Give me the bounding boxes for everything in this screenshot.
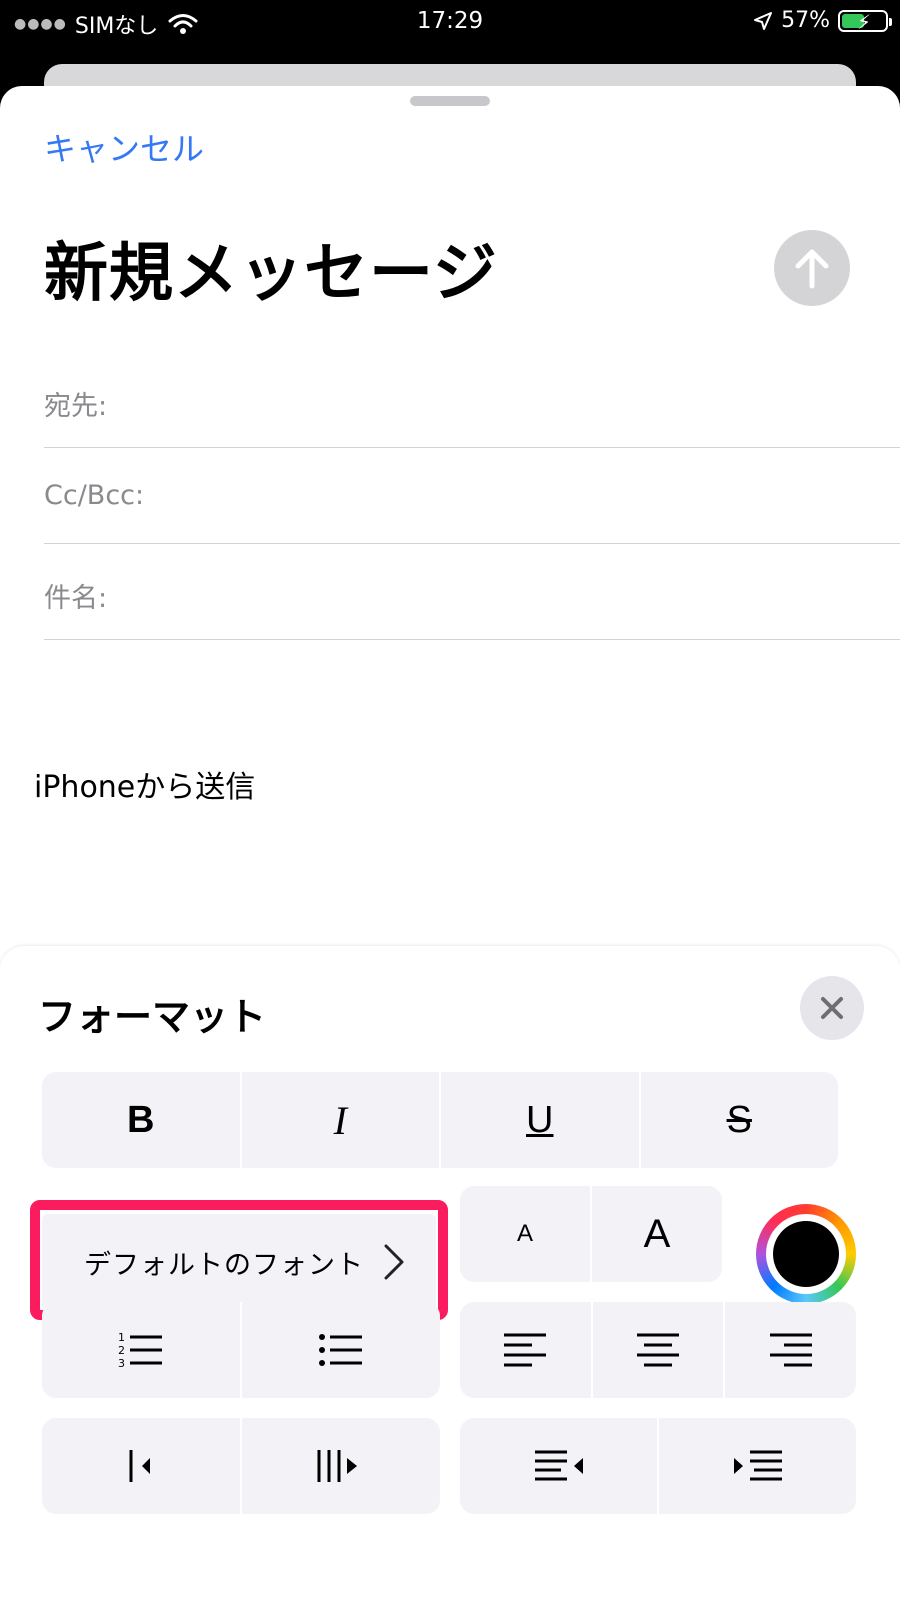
large-a-glyph: A <box>643 1211 671 1256</box>
status-right: 57% ⚡ <box>753 8 892 34</box>
numbered-list-icon: 1 2 3 <box>118 1331 162 1370</box>
battery-percent: 57% <box>781 8 830 33</box>
default-font-button[interactable]: デフォルトのフォント <box>42 1214 436 1310</box>
to-label: 宛先: <box>44 391 108 422</box>
sheet-grabber[interactable] <box>410 96 490 106</box>
move-start-icon <box>129 1450 150 1482</box>
font-size-group: A A <box>460 1186 722 1282</box>
status-bar: ●●●● SIMなし 17:29 57% ⚡ <box>0 0 900 46</box>
bulleted-list-button[interactable] <box>242 1302 440 1398</box>
decrease-indent-button[interactable] <box>460 1418 659 1514</box>
list-group: 1 2 3 <box>42 1302 440 1398</box>
align-left-button[interactable] <box>460 1302 593 1398</box>
numbered-list-button[interactable]: 1 2 3 <box>42 1302 242 1398</box>
move-to-end-button[interactable] <box>242 1418 440 1514</box>
strikethrough-button[interactable]: S <box>641 1072 839 1168</box>
chevron-right-icon <box>384 1244 404 1280</box>
cc-bcc-field[interactable]: Cc/Bcc: <box>44 448 900 544</box>
svg-text:3: 3 <box>118 1357 125 1370</box>
decrease-font-size-button[interactable]: A <box>460 1186 592 1282</box>
color-ring-inner <box>766 1214 846 1294</box>
cancel-button[interactable]: キャンセル <box>44 124 204 170</box>
selected-color-swatch <box>773 1221 839 1287</box>
format-panel-title: フォーマット <box>38 995 267 1039</box>
indent-group-right <box>460 1418 856 1514</box>
location-arrow-icon <box>754 11 773 30</box>
align-center-button[interactable] <box>593 1302 726 1398</box>
outdent-icon <box>534 1450 583 1481</box>
align-left-icon <box>504 1333 547 1367</box>
move-end-icon <box>317 1450 357 1482</box>
bold-glyph: B <box>127 1098 155 1141</box>
align-center-icon <box>637 1333 679 1367</box>
message-body[interactable]: iPhoneから送信 <box>34 762 255 806</box>
cc-bcc-label: Cc/Bcc: <box>44 480 145 511</box>
indent-group-left <box>42 1418 440 1514</box>
italic-button[interactable]: I <box>242 1072 441 1168</box>
italic-glyph: I <box>333 1097 347 1143</box>
svg-text:2: 2 <box>118 1344 125 1357</box>
format-panel: フォーマット B I U S デフォルトのフォント A A 1 2 3 <box>0 946 900 1600</box>
svg-text:1: 1 <box>118 1331 125 1344</box>
align-right-button[interactable] <box>725 1302 856 1398</box>
subject-label: 件名: <box>44 583 108 614</box>
battery-icon: ⚡ <box>838 9 892 34</box>
bulleted-list-icon <box>319 1334 362 1366</box>
close-icon <box>821 997 843 1019</box>
move-to-start-button[interactable] <box>42 1418 242 1514</box>
send-button[interactable] <box>774 230 850 306</box>
text-style-group: B I U S <box>42 1072 838 1168</box>
page-title: 新規メッセージ <box>44 237 498 311</box>
underline-button[interactable]: U <box>441 1072 641 1168</box>
underline-glyph: U <box>526 1098 554 1141</box>
alignment-group <box>460 1302 856 1398</box>
to-field[interactable]: 宛先: <box>44 352 900 448</box>
color-picker-button[interactable] <box>756 1204 856 1304</box>
align-right-icon <box>769 1333 812 1367</box>
small-a-glyph: A <box>516 1220 533 1247</box>
bold-button[interactable]: B <box>42 1072 242 1168</box>
close-format-button[interactable] <box>800 976 864 1040</box>
strikethrough-glyph: S <box>726 1098 752 1141</box>
increase-font-size-button[interactable]: A <box>592 1186 722 1282</box>
subject-field[interactable]: 件名: <box>44 544 900 640</box>
increase-indent-button[interactable] <box>659 1418 856 1514</box>
font-button-label: デフォルトのフォント <box>84 1249 364 1281</box>
arrow-up-icon <box>795 249 829 289</box>
indent-icon <box>733 1450 782 1481</box>
